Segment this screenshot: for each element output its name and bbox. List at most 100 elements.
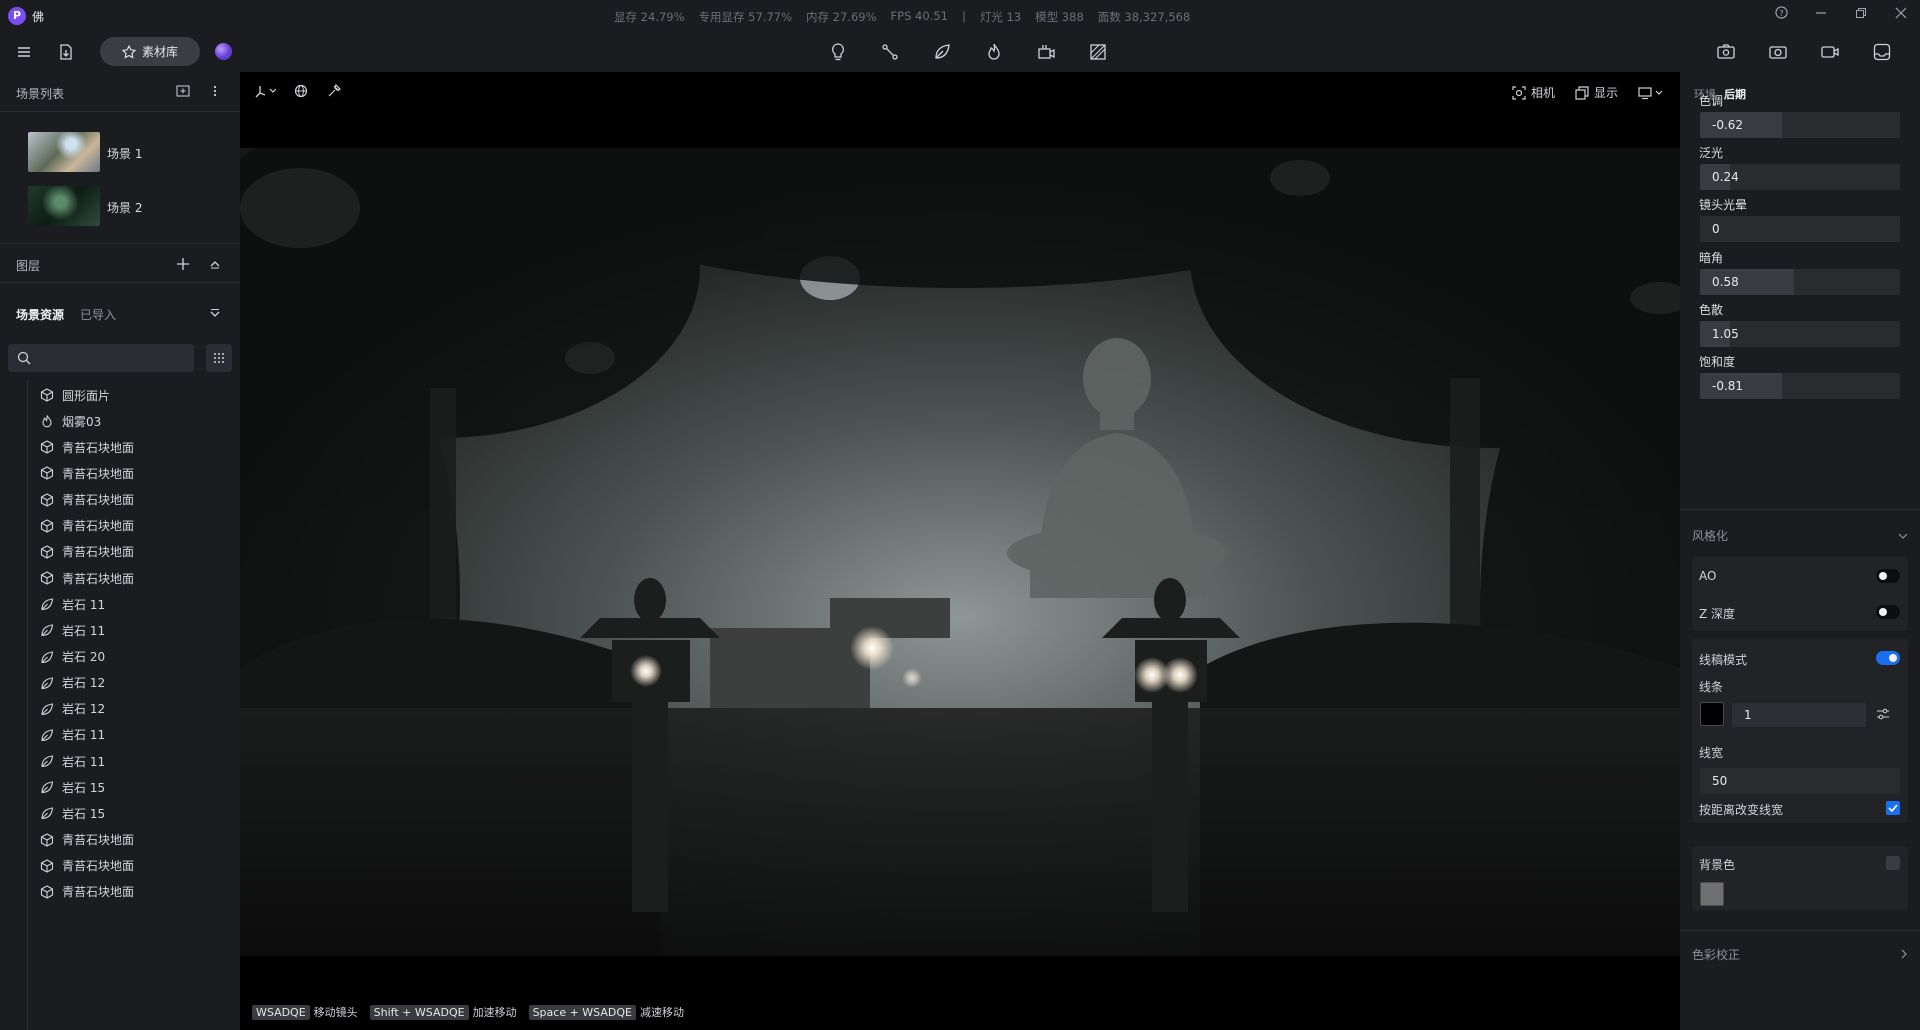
- tree-item[interactable]: 岩石 15: [40, 777, 105, 797]
- tree-item[interactable]: 青苔石块地面: [40, 516, 134, 536]
- help-icon[interactable]: ?: [1771, 6, 1791, 26]
- panorama-camera-icon[interactable]: [1714, 40, 1738, 64]
- slider-value: 0.24: [1712, 170, 1739, 185]
- close-icon[interactable]: [1891, 6, 1911, 26]
- hint-key: Shift + WSADQE: [369, 1005, 469, 1020]
- zdepth-toggle[interactable]: [1876, 605, 1900, 619]
- tree-item[interactable]: 青苔石块地面: [40, 882, 134, 902]
- tab-scene-assets[interactable]: 场景资源: [16, 306, 64, 323]
- tree-item-label: 岩石 15: [62, 780, 106, 795]
- stylize-title: 风格化: [1692, 529, 1729, 543]
- tree-item[interactable]: 青苔石块地面: [40, 568, 134, 588]
- hint-fast: Shift + WSADQE 加速移动: [369, 1004, 517, 1020]
- tree-item[interactable]: 青苔石块地面: [40, 437, 134, 457]
- tree-item-label: 岩石 12: [62, 676, 106, 691]
- property-slider[interactable]: 0.24: [1700, 164, 1900, 191]
- layers-title: 图层: [16, 259, 41, 273]
- leaf-vegetation-icon[interactable]: [930, 40, 954, 64]
- tree-item[interactable]: 岩石 11: [40, 725, 105, 745]
- line-value-input[interactable]: 1: [1732, 703, 1866, 727]
- world-space-icon[interactable]: [294, 84, 308, 98]
- animation-icon[interactable]: [1034, 40, 1058, 64]
- property-slider[interactable]: 0.58: [1700, 268, 1900, 295]
- tab-imported[interactable]: 已导入: [80, 306, 116, 323]
- stat-vram: 显存 24.79%: [614, 10, 685, 24]
- tree-item[interactable]: 青苔石块地面: [40, 830, 134, 850]
- path-tool-icon[interactable]: [878, 40, 902, 64]
- tree-item[interactable]: 岩石 11: [40, 620, 105, 640]
- grid-icon: [214, 353, 224, 363]
- linewidth-input[interactable]: 50: [1700, 768, 1900, 794]
- color-correction-header[interactable]: 色彩校正: [1692, 942, 1908, 966]
- tree-item[interactable]: 青苔石块地面: [40, 490, 134, 510]
- bg-color-checkbox[interactable]: [1886, 856, 1900, 870]
- ao-toggle[interactable]: [1876, 569, 1900, 583]
- tree-item[interactable]: 圆形面片: [40, 385, 110, 405]
- light-bulb-icon[interactable]: [826, 40, 850, 64]
- tab-post-processing[interactable]: 后期: [1724, 86, 1746, 102]
- tree-item[interactable]: 青苔石块地面: [40, 463, 134, 483]
- distance-width-checkbox[interactable]: [1886, 801, 1900, 815]
- minimize-icon[interactable]: [1811, 6, 1831, 26]
- tree-item[interactable]: 青苔石块地面: [40, 542, 134, 562]
- cube-icon: [40, 440, 54, 454]
- leaf-icon: [40, 597, 54, 611]
- line-color-swatch[interactable]: [1700, 702, 1724, 726]
- tree-item[interactable]: 烟雾03: [40, 411, 101, 431]
- bg-color-swatch[interactable]: [1700, 882, 1724, 906]
- export-tray-icon[interactable]: [1870, 40, 1894, 64]
- color-correction-title: 色彩校正: [1692, 948, 1741, 962]
- transform-gizmo-button[interactable]: [254, 84, 276, 98]
- stylize-header[interactable]: 风格化: [1692, 523, 1908, 547]
- cube-icon: [40, 859, 54, 873]
- search-icon: [17, 351, 31, 368]
- collapse-icon[interactable]: [210, 258, 220, 272]
- filter-dropdown-icon[interactable]: [210, 307, 220, 321]
- fire-effect-icon[interactable]: [982, 40, 1006, 64]
- fire-icon: [40, 414, 54, 428]
- leaf-icon: [40, 780, 54, 794]
- tree-item[interactable]: 岩石 11: [40, 751, 105, 771]
- add-scene-icon[interactable]: [176, 85, 190, 100]
- tree-item[interactable]: 青苔石块地面: [40, 856, 134, 876]
- screenshot-camera-icon[interactable]: [1766, 40, 1790, 64]
- material-icon[interactable]: [1086, 40, 1110, 64]
- line-label: 线条: [1699, 680, 1724, 694]
- chevron-right-icon: [1900, 948, 1908, 962]
- tree-item[interactable]: 岩石 20: [40, 647, 105, 667]
- adjust-settings-icon[interactable]: [1876, 708, 1890, 723]
- leaf-icon: [40, 728, 54, 742]
- tree-item[interactable]: 岩石 11: [40, 594, 105, 614]
- tree-item[interactable]: 岩石 12: [40, 699, 105, 719]
- cube-icon: [40, 545, 54, 559]
- library-button[interactable]: 素材库: [100, 37, 200, 66]
- tree-item[interactable]: 岩石 15: [40, 803, 105, 823]
- import-file-icon[interactable]: [54, 40, 78, 64]
- scene-item-1[interactable]: 场景 1: [28, 132, 218, 174]
- camera-button[interactable]: 相机: [1512, 84, 1555, 101]
- search-input[interactable]: [8, 344, 194, 372]
- grid-view-button[interactable]: [206, 344, 232, 372]
- ai-orb-icon[interactable]: [215, 43, 232, 60]
- scene-item-2[interactable]: 场景 2: [28, 186, 218, 228]
- property-slider[interactable]: 1.05: [1700, 320, 1900, 347]
- check-icon: [1888, 804, 1898, 813]
- divider: [1680, 509, 1920, 510]
- view-mode-dropdown[interactable]: [1638, 84, 1664, 101]
- tree-item[interactable]: 岩石 12: [40, 673, 105, 693]
- performance-stats: 显存 24.79% 专用显存 57.77% 内存 27.69% FPS 40.5…: [614, 9, 1190, 25]
- snap-tool-icon[interactable]: [326, 84, 342, 98]
- add-layer-icon[interactable]: [176, 257, 190, 274]
- wireframe-toggle[interactable]: [1876, 651, 1900, 665]
- video-record-icon[interactable]: [1818, 40, 1842, 64]
- display-button[interactable]: 显示: [1575, 84, 1618, 101]
- more-options-icon[interactable]: [212, 85, 218, 100]
- 3d-viewport[interactable]: 相机 显示 WSADQE 移动镜头 Shift + WSADQE 加速移动 Sp…: [240, 72, 1680, 1030]
- property-slider[interactable]: -0.81: [1700, 373, 1900, 399]
- camera-focus-icon: [1512, 85, 1526, 100]
- restore-icon[interactable]: [1851, 6, 1871, 26]
- property-slider[interactable]: -0.62: [1700, 112, 1900, 138]
- menu-icon[interactable]: [12, 40, 36, 64]
- library-label: 素材库: [141, 45, 178, 59]
- property-slider[interactable]: 0: [1700, 216, 1900, 243]
